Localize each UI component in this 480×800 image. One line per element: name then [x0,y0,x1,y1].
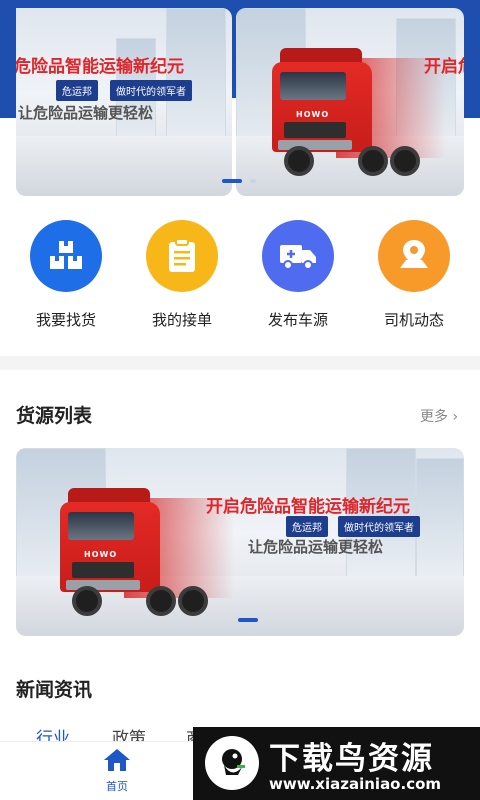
action-my-orders[interactable]: 我的接单 [127,220,237,330]
truck-logo: HOWO [296,110,330,119]
truck-logo: HOWO [84,550,118,559]
building-image [416,458,464,578]
action-label: 发布车源 [267,311,328,329]
banner-slogan-main: 危险品智能运输新纪元 [16,57,184,77]
goods-banner-slogan-sub: 让危险品运输更轻松 [248,538,384,556]
action-find-goods[interactable]: 我要找货 [11,220,121,330]
building-image [166,8,226,148]
action-driver-updates[interactable]: 司机动态 [359,220,469,330]
nav-home-label: 首页 [106,780,128,793]
boxes-icon [30,220,102,292]
road-image [16,136,232,196]
carousel-indicator-active[interactable] [222,179,242,183]
banner-slide-next[interactable]: 开启危 HOWO [236,8,464,196]
banner-slogan-sub: 让危险品运输更轻松 [18,104,154,122]
truck-icon [262,220,334,292]
banner-tag-leader: 做时代的领军者 [110,80,192,101]
truck-image: HOWO [266,48,446,188]
truck-image: HOWO [54,488,234,628]
nav-home[interactable]: 首页 [92,748,142,794]
action-label: 我的接单 [151,311,212,329]
map-pin-icon [378,220,450,292]
watermark: 下载鸟资源 www.xiazainiao.com [193,727,480,800]
carousel-indicator[interactable] [250,179,256,183]
action-label: 司机动态 [383,311,444,329]
more-link[interactable]: 更多 › [420,406,458,426]
goods-banner[interactable]: 开启危险品智能运输新纪元 危运邦 做时代的领军者 让危险品运输更轻松 HOWO [16,448,464,636]
watermark-title: 下载鸟资源 [269,741,434,777]
banner-tag-hazard: 危运邦 [56,80,98,101]
home-icon [104,749,130,771]
news-title: 新闻资讯 [16,679,93,701]
section-divider [0,356,480,370]
chevron-right-icon: › [452,409,459,425]
watermark-logo-icon [205,736,259,790]
goods-banner-tag-leader: 做时代的领军者 [338,516,420,537]
carousel-indicator-active[interactable] [238,618,258,622]
goods-banner-slogan-main: 开启危险品智能运输新纪元 [206,497,410,517]
quick-actions: 我要找货 我的接单 发布车源 司机动态 [0,220,480,340]
goods-banner-tag-hazard: 危运邦 [286,516,328,537]
banner-slide-current[interactable]: 危险品智能运输新纪元 危运邦 做时代的领军者 让危险品运输更轻松 [16,8,232,196]
action-publish-vehicle[interactable]: 发布车源 [243,220,353,330]
goods-list-title: 货源列表 [16,405,93,427]
clipboard-icon [146,220,218,292]
watermark-url: www.xiazainiao.com [269,775,442,793]
action-label: 我要找货 [35,311,96,329]
more-link-label: 更多 [420,409,448,425]
